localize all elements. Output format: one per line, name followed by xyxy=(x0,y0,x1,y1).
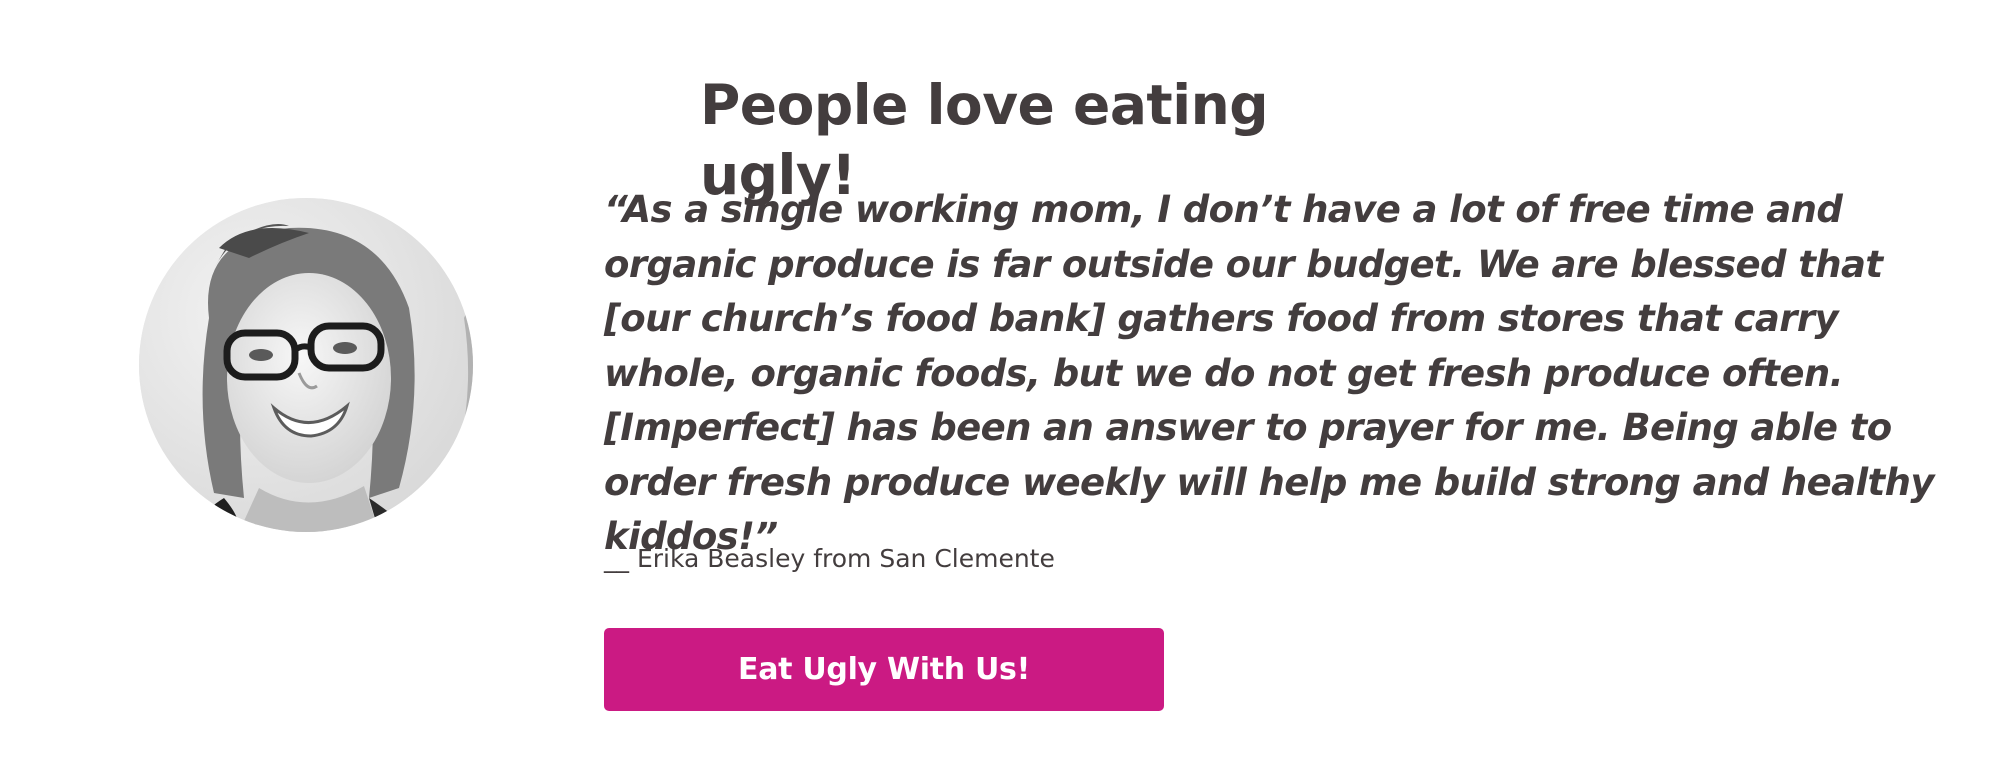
avatar-photo xyxy=(139,198,473,532)
testimonial-attribution: __ Erika Beasley from San Clemente xyxy=(604,544,1055,573)
testimonial-quote: “As a single working mom, I don’t have a… xyxy=(604,188,1934,558)
testimonial-avatar xyxy=(139,198,473,532)
eat-ugly-cta-button[interactable]: Eat Ugly With Us! xyxy=(604,628,1164,711)
